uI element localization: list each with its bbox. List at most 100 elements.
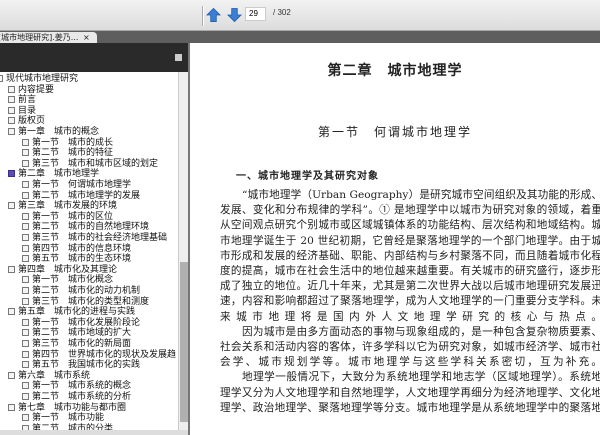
- bookmark-icon: [22, 244, 29, 252]
- bookmark-icon: [22, 255, 29, 263]
- toolbar-separator: [202, 6, 204, 26]
- bookmark-icon: [22, 393, 29, 400]
- outline-item-label: 第二章 城市地理学: [18, 169, 100, 180]
- outline-tree: 现代城市地理研究 内容提要 前言 目录 版权页 第一章 城市的概念 第一节 城市的成长 第二节…: [0, 72, 178, 430]
- outline-item-label: 第二节 城市系统的分析: [32, 392, 132, 402]
- outline-item-label: 第二节 城市地域的扩大: [32, 328, 132, 339]
- outline-item[interactable]: 版权页: [8, 116, 45, 127]
- bookmark-icon: [8, 106, 15, 114]
- outline-item-label: 第四节 城市的信息环境: [32, 243, 132, 254]
- outline-item-label: 第四章 城市化及其理论: [18, 264, 118, 275]
- bookmark-icon: [22, 223, 29, 231]
- outline-item-label: 第五节 我国城市化的实践: [32, 360, 141, 371]
- outline-item-label: 第一节 城市的成长: [32, 137, 114, 148]
- outline-item-label: 第一节 城市化概念: [32, 275, 114, 286]
- outline-item[interactable]: 第二节 城市地理学的发展: [22, 191, 140, 202]
- outline-item[interactable]: 第二节 城市地域的扩大: [22, 328, 131, 339]
- text-line: 会学、城市规划学等。城市地理学与这些学科关系密切，互为补充。: [220, 356, 600, 369]
- outline-item[interactable]: 第二节 城市的特征: [22, 148, 113, 159]
- outline-item[interactable]: 第五节 城市的生态环境: [22, 254, 131, 265]
- bookmark-icon: [22, 361, 29, 369]
- outline-item-label: 第一节 城市化发展阶段论: [32, 317, 141, 328]
- outline-item[interactable]: 第七章 城市功能与都市圈: [8, 403, 126, 414]
- outline-item-label: 第二节 城市的特征: [32, 148, 114, 159]
- bookmark-icon: [22, 138, 29, 146]
- outline-item[interactable]: 第四节 世界城市化的现状及发展趋: [22, 350, 176, 361]
- outline-item[interactable]: 第二节 城市的自然地理环境: [22, 222, 149, 233]
- outline-item[interactable]: 第三节 城市化的新局面: [22, 339, 131, 350]
- text-line: 度的提高，城市在社会生活中的地位越来越重要。有关城市的研究盛行，逐步形: [220, 265, 600, 277]
- text-line: 速，内容和影响都超过了聚落地理学，成为人文地理学的一门重要分支学科。未: [220, 295, 600, 308]
- outline-item-label: 第四节 世界城市化的现状及发展趋: [32, 349, 177, 360]
- text-line: 发展、变化和分布规律的学科”。① 是地理学中以城市为研究对象的领域，着重: [220, 204, 600, 217]
- next-page-icon[interactable]: [227, 7, 242, 23]
- tab-bar: [城市地理研究].姜乃... ×: [0, 31, 600, 44]
- outline-item-label: 第三节 城市的社会经济地理基础: [32, 233, 168, 243]
- bookmark-icon: [8, 371, 15, 379]
- bookmark-icon: [22, 234, 29, 241]
- outline-item[interactable]: 内容提要: [8, 85, 54, 96]
- text-line: 从空间观点研究个别城市或区域城镇体系的功能结构、层次结构和地域结构。城: [220, 219, 600, 232]
- page-total: / 302: [273, 8, 291, 17]
- outline-horizontal-scrollbar[interactable]: [0, 430, 188, 435]
- outline-item-label: 第一节 城市功能: [32, 413, 105, 424]
- bookmark-icon: [22, 329, 29, 337]
- outline-item[interactable]: 第四节 城市的信息环境: [22, 244, 131, 255]
- bookmark-icon: [22, 287, 29, 294]
- outline-item-label: 第二节 城市的自然地理环境: [32, 222, 150, 233]
- previous-page-icon[interactable]: [206, 7, 221, 23]
- text-line: 市形成和发展的经济基础、职能、内部结构与乡村聚落不同，而且随着城市化程: [220, 249, 600, 262]
- text-line: 因为城市是由多方面动态的事物与现象组成的，是一种包含复杂物质要素、: [242, 325, 600, 338]
- bookmark-icon: [8, 202, 15, 210]
- outline-item[interactable]: 第一章 城市的概念: [8, 127, 99, 138]
- page-number-input[interactable]: 29: [245, 7, 266, 21]
- bookmark-icon: [8, 403, 15, 411]
- outline-item[interactable]: 第二节 城市化的动力机制: [22, 286, 140, 297]
- outline-item[interactable]: 现代城市地理研究: [0, 74, 78, 85]
- outline-item[interactable]: 第五节 我国城市化的实践: [22, 360, 140, 371]
- outline-item[interactable]: 第三章 城市发展的环境: [8, 201, 117, 212]
- outline-item[interactable]: 第二节 城市系统的分析: [22, 392, 131, 403]
- outline-item[interactable]: 第一节 何谓城市地理学: [22, 180, 131, 191]
- text-line: 来城市地理将是国内外人文地理学研究的核心与热点。: [220, 310, 600, 323]
- outline-item[interactable]: 第三节 城市的社会经济地理基础: [22, 233, 167, 244]
- bookmark-icon: [22, 276, 29, 284]
- outline-item[interactable]: 前言: [8, 95, 36, 106]
- outline-item[interactable]: 第二章 城市地理学: [8, 169, 99, 180]
- text-line: 市地理学诞生于 20 世纪初期，它曾经是聚落地理学的一个部门地理学。由于城: [220, 234, 600, 247]
- outline-item-label: 现代城市地理研究: [6, 74, 79, 84]
- outline-item[interactable]: 第五章 城市化的进程与实践: [8, 307, 135, 318]
- subheading: 一、城市地理学及其研究对象: [236, 171, 379, 182]
- outline-item-label: 第一节 何谓城市地理学: [32, 180, 132, 190]
- bookmark-icon: [22, 212, 29, 220]
- bookmark-icon: [22, 340, 29, 347]
- close-tab-icon[interactable]: ×: [83, 32, 90, 43]
- outline-item-label: 第二节 城市地理学的发展: [32, 190, 141, 201]
- outline-item[interactable]: 第一节 城市功能: [22, 413, 104, 424]
- outline-vertical-scrollbar[interactable]: [178, 72, 188, 430]
- outline-item[interactable]: 第一节 城市系统的概念: [22, 381, 131, 392]
- outline-item-label: 第一章 城市的概念: [18, 127, 100, 137]
- collapse-panel-button[interactable]: [175, 54, 182, 61]
- document-page: 第二章 城市地理学 第一节 何谓城市地理学 一、城市地理学及其研究对象 “城市地…: [190, 43, 600, 435]
- outline-item[interactable]: 第一节 城市的成长: [22, 138, 113, 149]
- outline-item-label: 内容提要: [18, 84, 55, 95]
- text-line: 成了独立的地位。近几十年来，尤其是第二次世界大战以后城市地理研究发展迅: [220, 280, 600, 293]
- chapter-title: 第二章 城市地理学: [327, 63, 463, 79]
- bookmark-icon: [8, 117, 15, 125]
- bookmark-icon: [8, 96, 15, 104]
- outline-item[interactable]: 第三节 城市化的类型和测度: [22, 297, 149, 308]
- bookmark-icon: [22, 297, 29, 305]
- outline-item[interactable]: 第一节 城市化概念: [22, 275, 113, 286]
- bookmark-icon: [8, 170, 15, 178]
- bookmark-icon: [22, 159, 29, 167]
- bookmarks-panel: 现代城市地理研究 内容提要 前言 目录 版权页 第一章 城市的概念 第一节 城市的成长 第二节…: [0, 43, 190, 435]
- outline-item-label: 第六章 城市系统: [18, 370, 91, 381]
- bookmark-icon: [8, 308, 15, 316]
- bookmark-icon: [22, 318, 29, 326]
- text-line: 理学、政治地理学、聚落地理学等分支。城市地理学是从系统地理学中的聚落地: [220, 401, 600, 414]
- tab-title: [城市地理研究].姜乃...: [0, 33, 79, 42]
- bookmark-icon: [8, 85, 15, 93]
- scrollbar-thumb[interactable]: [180, 262, 188, 422]
- outline-item-label: 第二节 城市化的动力机制: [32, 286, 141, 296]
